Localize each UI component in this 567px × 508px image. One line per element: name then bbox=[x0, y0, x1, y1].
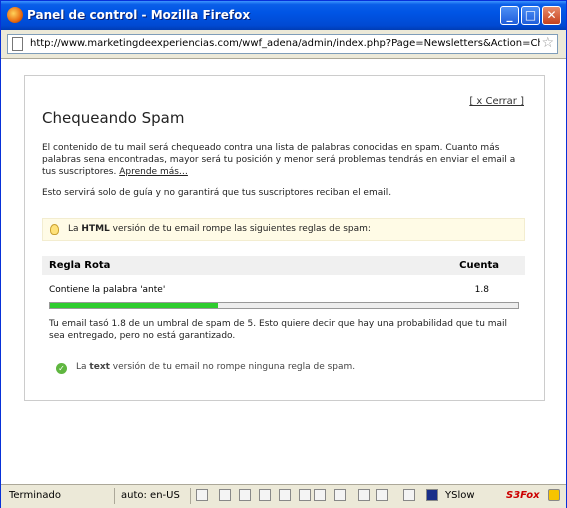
check-icon: ✓ bbox=[56, 363, 67, 374]
addon-icon[interactable] bbox=[219, 489, 231, 501]
firefox-icon bbox=[7, 7, 23, 23]
page-title: Chequeando Spam bbox=[42, 109, 185, 127]
window-title: Panel de control - Mozilla Firefox bbox=[27, 8, 251, 22]
close-link[interactable]: [ x Cerrar ] bbox=[469, 96, 524, 107]
title-bar: Panel de control - Mozilla Firefox _ □ ✕ bbox=[1, 1, 566, 30]
addon-icon[interactable] bbox=[403, 489, 415, 501]
column-header-count: Cuenta bbox=[459, 260, 499, 271]
spam-check-panel: [ x Cerrar ] Chequeando Spam El contenid… bbox=[24, 75, 545, 401]
minimize-button[interactable]: _ bbox=[500, 6, 519, 25]
addon-icon[interactable] bbox=[239, 489, 251, 501]
status-bar: Terminado auto: en-US YSlow S3Fox bbox=[1, 484, 566, 508]
browser-window: Panel de control - Mozilla Firefox _ □ ✕… bbox=[0, 0, 567, 508]
url-field[interactable]: http://www.marketingdeexperiencias.com/w… bbox=[7, 34, 558, 54]
html-notice: La HTML versión de tu email rompe las si… bbox=[42, 218, 525, 241]
extension-icon[interactable] bbox=[548, 489, 560, 501]
bookmark-star-icon[interactable]: ☆ bbox=[541, 35, 554, 51]
spam-score-bar bbox=[49, 302, 519, 309]
language-indicator[interactable]: auto: en-US bbox=[121, 488, 191, 504]
address-bar: http://www.marketingdeexperiencias.com/w… bbox=[1, 30, 566, 59]
count-cell: 1.8 bbox=[474, 285, 489, 295]
url-text: http://www.marketingdeexperiencias.com/w… bbox=[30, 38, 540, 49]
addon-icon[interactable] bbox=[196, 489, 208, 501]
column-header-rule: Regla Rota bbox=[49, 260, 111, 271]
addon-icon[interactable] bbox=[334, 489, 346, 501]
table-header: Regla Rota Cuenta bbox=[42, 256, 525, 275]
maximize-button[interactable]: □ bbox=[521, 6, 540, 25]
learn-more-link[interactable]: Aprende más… bbox=[119, 167, 188, 177]
table-row: Contiene la palabra 'ante' 1.8 bbox=[42, 281, 525, 301]
s3fox-label[interactable]: S3Fox bbox=[506, 488, 546, 504]
yslow-label[interactable]: YSlow bbox=[445, 488, 497, 504]
addon-icon[interactable] bbox=[299, 489, 311, 501]
intro-text: El contenido de tu mail será chequeado c… bbox=[42, 143, 516, 177]
addon-icon[interactable] bbox=[279, 489, 291, 501]
guide-note: Esto servirá solo de guía y no garantirá… bbox=[42, 188, 392, 198]
addon-icon[interactable] bbox=[358, 489, 370, 501]
addon-icon[interactable] bbox=[259, 489, 271, 501]
spam-score-fill bbox=[50, 303, 219, 308]
rule-cell: Contiene la palabra 'ante' bbox=[49, 285, 166, 295]
addon-icon[interactable] bbox=[376, 489, 388, 501]
page-content: [ x Cerrar ] Chequeando Spam El contenid… bbox=[1, 59, 566, 484]
text-notice: La text versión de tu email no rompe nin… bbox=[76, 362, 356, 372]
page-icon bbox=[12, 37, 23, 51]
score-text: Tu email tasó 1.8 de un umbral de spam d… bbox=[49, 319, 508, 341]
addon-icon[interactable] bbox=[314, 489, 326, 501]
close-button[interactable]: ✕ bbox=[542, 6, 561, 25]
yslow-icon[interactable] bbox=[426, 489, 438, 501]
lightbulb-icon bbox=[50, 224, 59, 235]
status-text: Terminado bbox=[9, 488, 115, 504]
